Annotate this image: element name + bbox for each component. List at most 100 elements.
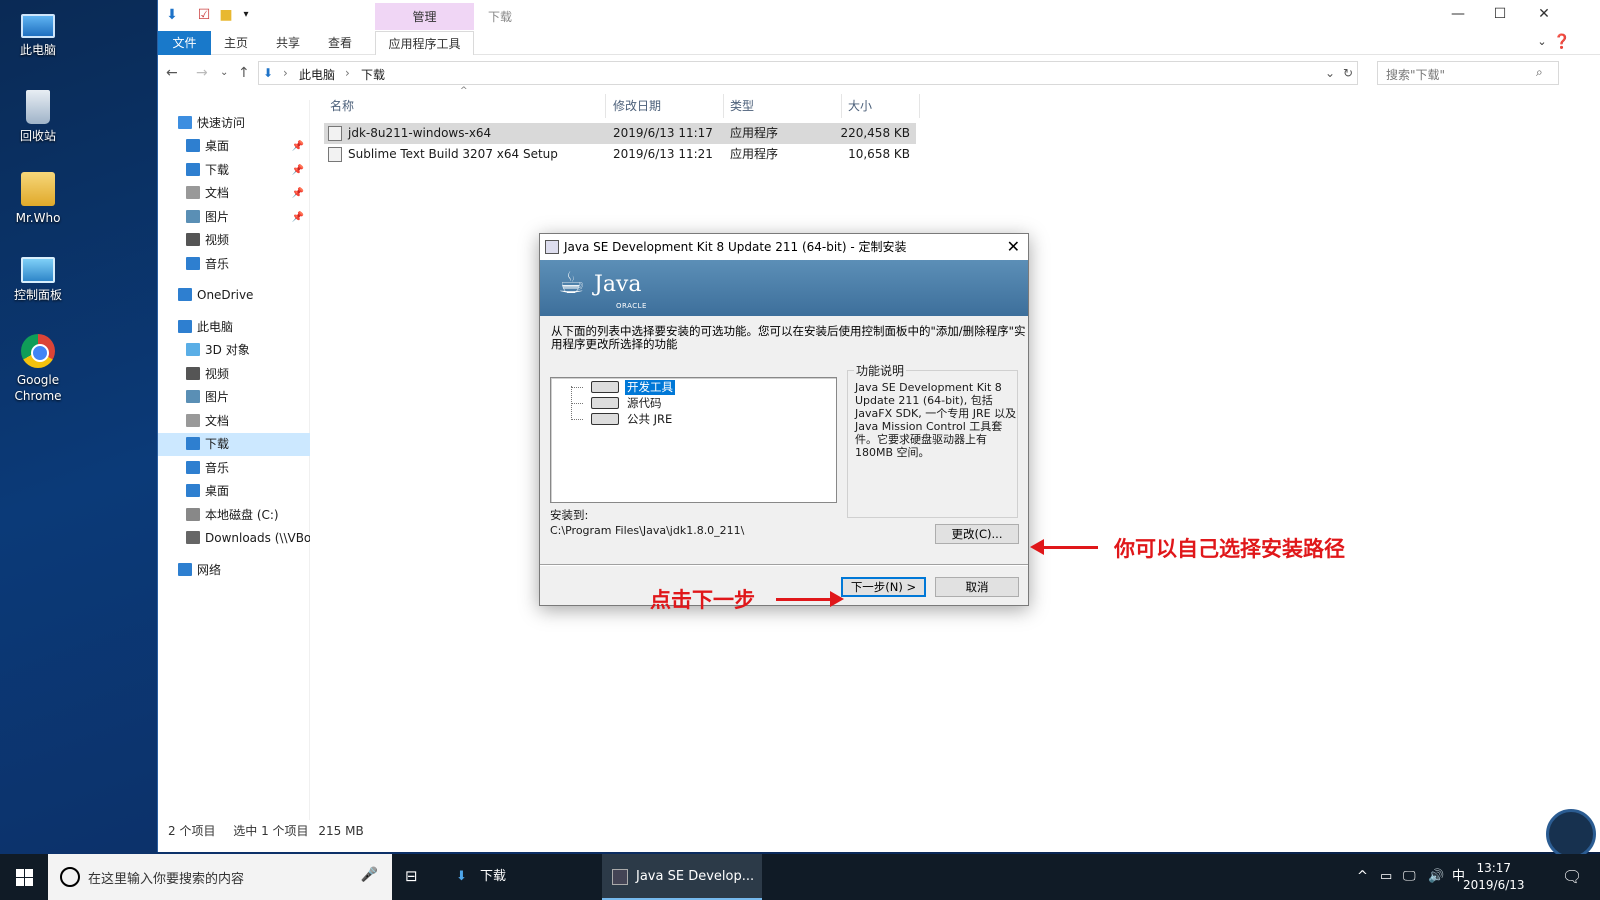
breadcrumb-this-pc[interactable]: 此电脑 bbox=[299, 66, 335, 83]
nav-item[interactable]: 音乐 bbox=[158, 253, 310, 276]
address-dropdown-icon[interactable]: ⌄ bbox=[1325, 66, 1335, 80]
recent-dropdown-icon[interactable]: ⌄ bbox=[220, 67, 228, 78]
tab-view[interactable]: 查看 bbox=[320, 31, 360, 55]
java-cup-icon: ☕ bbox=[558, 266, 585, 301]
minimize-icon[interactable]: — bbox=[1448, 6, 1468, 22]
tree-connector bbox=[571, 419, 583, 420]
desktop-icon-control-panel[interactable]: 控制面板 bbox=[6, 253, 70, 303]
task-view-icon[interactable]: ⊟ bbox=[405, 867, 418, 885]
up-icon[interactable]: ↑ bbox=[238, 65, 250, 81]
desktop-icon-label: Google Chrome bbox=[14, 373, 62, 403]
desktop-icon-user[interactable]: Mr.Who bbox=[6, 172, 70, 226]
taskbar-app-java-installer[interactable]: Java SE Develop... bbox=[602, 854, 762, 900]
network-icon[interactable]: 🖵 bbox=[1403, 854, 1416, 900]
search-input[interactable]: 搜索"下载" bbox=[1377, 61, 1559, 85]
file-date: 2019/6/13 11:21 bbox=[613, 147, 713, 161]
clock[interactable]: 13:17 2019/6/13 bbox=[1463, 860, 1525, 894]
taskbar-app-label: 下载 bbox=[480, 869, 507, 884]
annotation-path-hint: 你可以自己选择安装路径 bbox=[1114, 537, 1345, 561]
nav-item[interactable]: 音乐 bbox=[158, 457, 310, 480]
properties-icon[interactable]: ☑ bbox=[196, 7, 212, 23]
show-hidden-icons-icon[interactable]: ^ bbox=[1357, 854, 1368, 900]
folder-icon bbox=[186, 163, 200, 176]
nav-item[interactable]: 网络 bbox=[158, 559, 310, 582]
feature-tree[interactable]: 开发工具 源代码 公共 JRE bbox=[550, 377, 837, 503]
desktop-icon-chrome[interactable]: Google Chrome bbox=[6, 334, 70, 404]
nav-item[interactable]: 视频 bbox=[158, 229, 310, 252]
breadcrumb-downloads[interactable]: 下载 bbox=[361, 66, 385, 83]
tab-manage[interactable]: 管理 bbox=[375, 3, 474, 30]
download-arrow-icon: ⬇ bbox=[456, 869, 467, 884]
taskbar-app-explorer[interactable]: ⬇ 下载 bbox=[446, 854, 596, 900]
feature-drive-icon[interactable] bbox=[591, 397, 619, 409]
nav-item[interactable]: Downloads (\\VBox bbox=[158, 527, 310, 550]
address-bar[interactable]: ⬇ › 此电脑 › 下载 ⌄ ↻ bbox=[258, 61, 1358, 85]
file-type: 应用程序 bbox=[730, 147, 779, 161]
feature-description-box: 功能说明 Java SE Development Kit 8 Update 21… bbox=[847, 362, 1018, 518]
nav-item[interactable]: 文档 📌 bbox=[158, 182, 310, 205]
column-header-type[interactable]: 类型 bbox=[724, 94, 842, 118]
nav-item[interactable]: 本地磁盘 (C:) bbox=[158, 504, 310, 527]
notification-icon[interactable]: 🗨 bbox=[1562, 854, 1582, 900]
nav-item[interactable]: 桌面 bbox=[158, 480, 310, 503]
column-header-name[interactable]: 名称 bbox=[324, 94, 606, 118]
desktop-icon-recycle-bin[interactable]: 回收站 bbox=[6, 90, 70, 144]
column-header-size[interactable]: 大小 bbox=[842, 94, 920, 118]
volume-icon[interactable]: 🔊 bbox=[1428, 854, 1444, 900]
customize-dropdown-icon[interactable]: ▾ bbox=[238, 7, 254, 23]
nav-item[interactable]: 图片 bbox=[158, 386, 310, 409]
quick-access-toolbar: ⬇ ☑ ■ ▾ 管理 下载 — ☐ ✕ bbox=[158, 0, 1600, 30]
file-row[interactable]: jdk-8u211-windows-x64 2019/6/13 11:17 应用程序… bbox=[324, 123, 916, 144]
tab-share[interactable]: 共享 bbox=[268, 31, 308, 55]
taskbar-search[interactable]: 在这里输入你要搜索的内容 🎤 bbox=[48, 854, 392, 900]
folder-icon bbox=[186, 367, 200, 380]
nav-item[interactable]: 图片 📌 bbox=[158, 206, 310, 229]
nav-item-label: 3D 对象 bbox=[205, 343, 250, 357]
file-size: 220,458 KB bbox=[840, 126, 910, 140]
microphone-icon[interactable]: 🎤 bbox=[361, 867, 378, 883]
nav-item[interactable]: 桌面 📌 bbox=[158, 135, 310, 158]
nav-item-label: Downloads (\\VBox bbox=[205, 531, 310, 545]
ribbon-expand-icon[interactable]: ⌄ bbox=[1532, 35, 1552, 48]
refresh-icon[interactable]: ↻ bbox=[1343, 66, 1353, 80]
feature-public-jre[interactable]: 公共 JRE bbox=[625, 412, 674, 427]
feature-drive-icon[interactable] bbox=[591, 413, 619, 425]
feature-description: Java SE Development Kit 8 Update 211 (64… bbox=[855, 381, 1017, 459]
nav-item[interactable]: 此电脑 bbox=[158, 316, 310, 339]
cancel-button[interactable]: 取消 bbox=[935, 577, 1019, 597]
windows-start-icon[interactable] bbox=[0, 854, 48, 900]
recycle-bin-icon bbox=[26, 90, 50, 124]
tab-file[interactable]: 文件 bbox=[158, 31, 211, 55]
close-icon[interactable]: ✕ bbox=[1534, 6, 1554, 22]
computer-icon bbox=[21, 14, 55, 38]
feature-drive-icon[interactable] bbox=[591, 381, 619, 393]
jdk-setup-dialog: Java SE Development Kit 8 Update 211 (64… bbox=[539, 233, 1029, 606]
change-button[interactable]: 更改(C)... bbox=[935, 524, 1019, 544]
nav-item[interactable]: OneDrive bbox=[158, 284, 310, 307]
tab-home[interactable]: 主页 bbox=[216, 31, 256, 55]
user-folder-icon bbox=[21, 172, 55, 206]
nav-item[interactable]: 快速访问 bbox=[158, 112, 310, 135]
nav-item[interactable]: 视频 bbox=[158, 363, 310, 386]
cortana-icon bbox=[60, 867, 80, 887]
desktop-icon-this-pc[interactable]: 此电脑 bbox=[6, 8, 70, 58]
tab-app-tools[interactable]: 应用程序工具 bbox=[375, 31, 474, 55]
maximize-icon[interactable]: ☐ bbox=[1490, 6, 1510, 22]
next-button[interactable]: 下一步(N) > bbox=[841, 577, 926, 597]
nav-item-label: 桌面 bbox=[205, 484, 230, 498]
forward-icon[interactable]: → bbox=[196, 65, 208, 81]
feature-source-code[interactable]: 源代码 bbox=[625, 396, 664, 411]
nav-item[interactable]: 下载 📌 bbox=[158, 159, 310, 182]
nav-item[interactable]: 下载 bbox=[158, 433, 310, 456]
column-header-date[interactable]: 修改日期 bbox=[607, 94, 724, 118]
usb-icon[interactable]: ▭ bbox=[1380, 854, 1392, 900]
close-icon[interactable]: ✕ bbox=[1007, 234, 1020, 260]
nav-item[interactable]: 3D 对象 bbox=[158, 339, 310, 362]
nav-item[interactable]: 文档 bbox=[158, 410, 310, 433]
new-folder-icon[interactable]: ■ bbox=[218, 7, 234, 23]
back-icon[interactable]: ← bbox=[166, 65, 178, 81]
help-icon[interactable]: ❓ bbox=[1552, 34, 1572, 50]
feature-dev-tools[interactable]: 开发工具 bbox=[625, 380, 675, 395]
dialog-title: Java SE Development Kit 8 Update 211 (64… bbox=[564, 240, 907, 254]
file-row[interactable]: Sublime Text Build 3207 x64 Setup 2019/6/… bbox=[324, 144, 916, 165]
